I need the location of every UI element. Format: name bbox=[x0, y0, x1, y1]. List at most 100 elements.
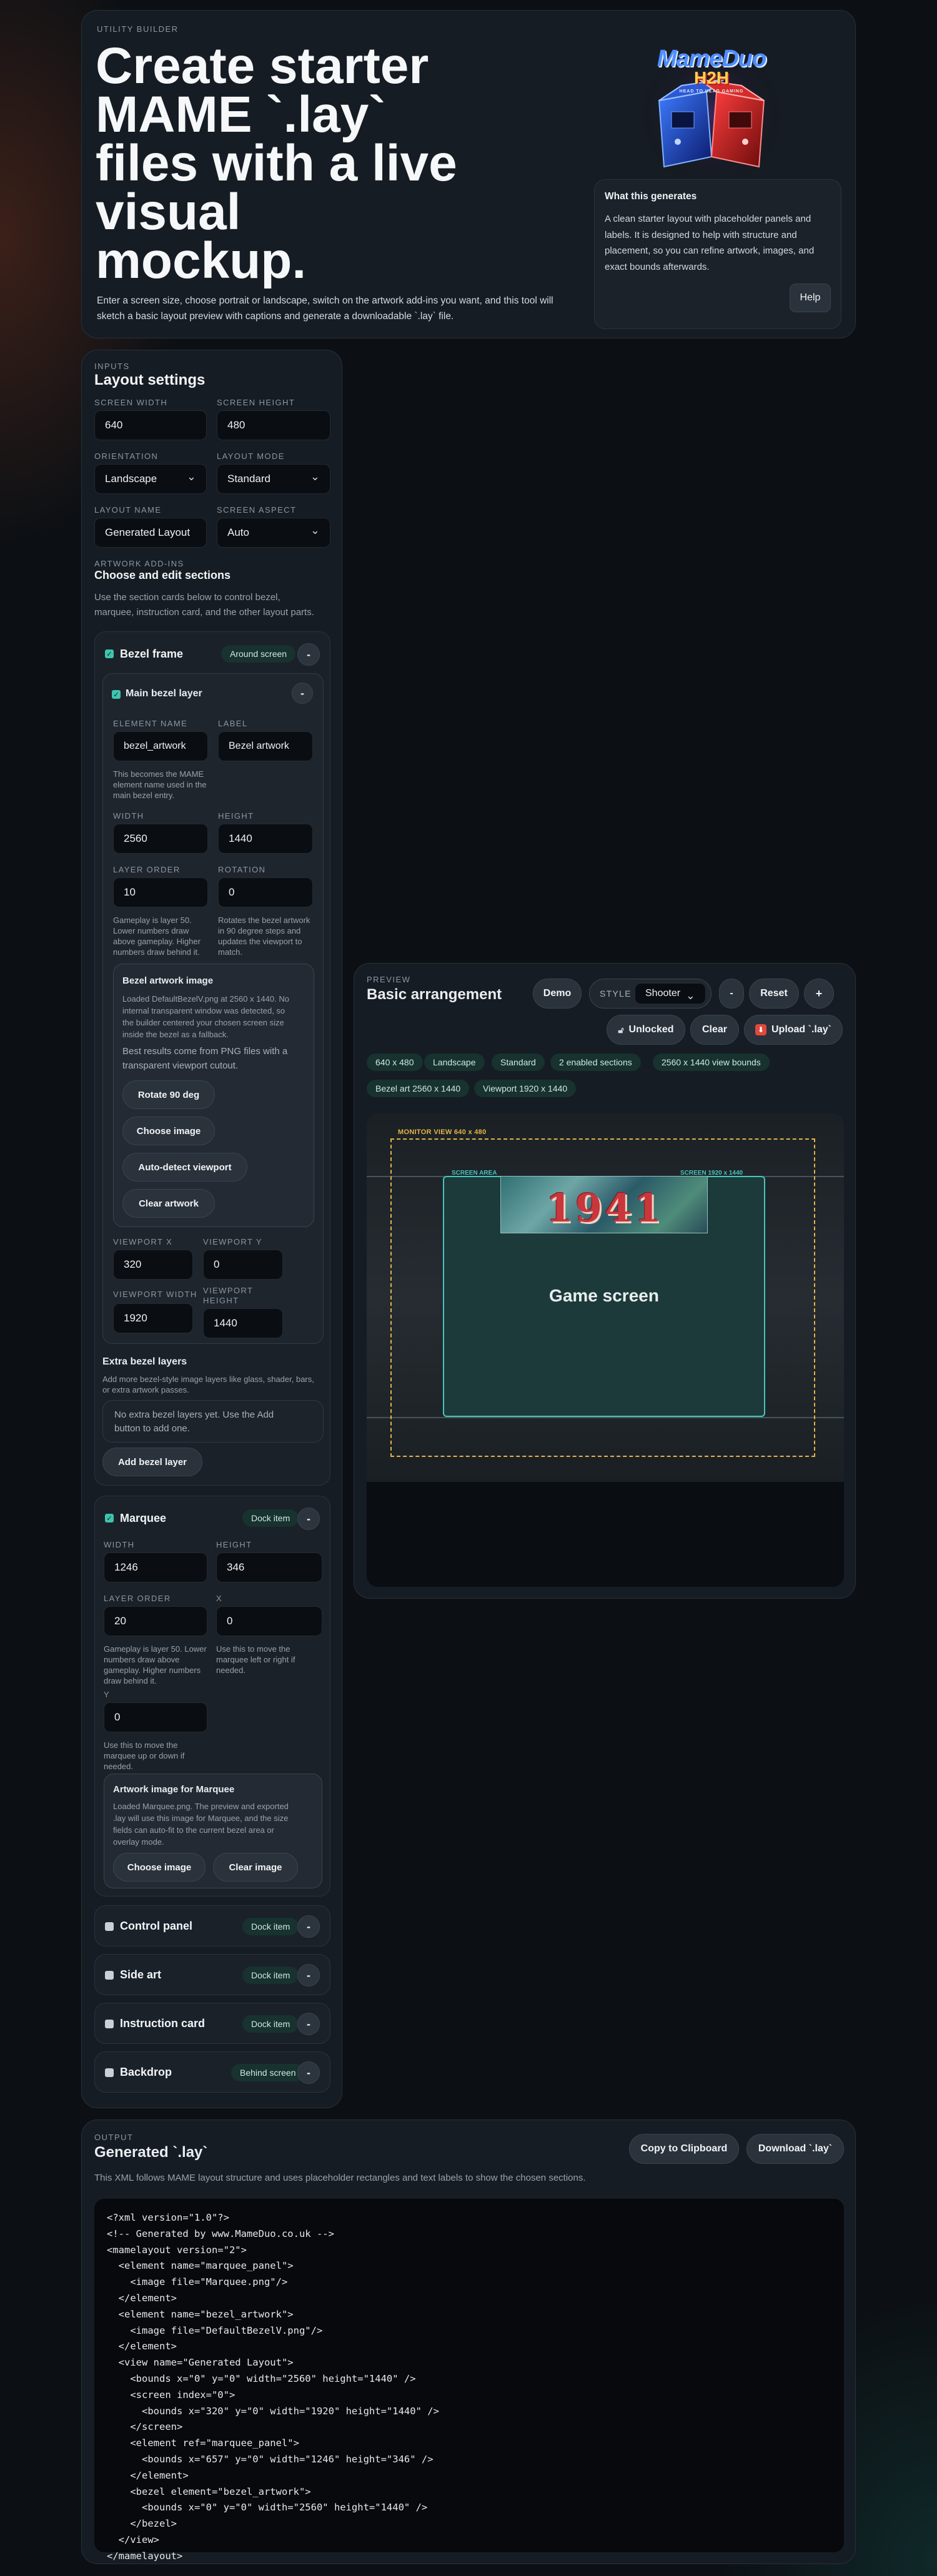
layout-mode-select[interactable]: Standard bbox=[217, 464, 330, 494]
chip-mode: Standard bbox=[492, 1054, 545, 1071]
layout-name-input[interactable]: Generated Layout bbox=[94, 518, 207, 548]
bezel-frame-title: Bezel frame bbox=[120, 648, 184, 660]
monitor-view-label: MONITOR VIEW 640 x 480 bbox=[398, 1128, 487, 1136]
info-title: What this generates bbox=[605, 191, 697, 202]
side-art-checkbox[interactable] bbox=[105, 1971, 114, 1980]
bezel-artwork-image-desc: Loaded DefaultBezelV.png at 2560 x 1440.… bbox=[122, 994, 289, 1039]
choose-marquee-image-button[interactable]: Choose image bbox=[113, 1853, 206, 1882]
chip-screen-size: 640 x 480 bbox=[367, 1054, 423, 1071]
upload-lay-button[interactable]: ⬇ Upload `.lay` bbox=[744, 1015, 843, 1045]
viewport-x-input[interactable]: 320 bbox=[113, 1250, 193, 1280]
screen-width-input[interactable]: 640 bbox=[94, 410, 207, 440]
viewport-y-label: VIEWPORT Y bbox=[203, 1237, 262, 1246]
bezel-width-label: WIDTH bbox=[113, 811, 144, 821]
download-lay-button[interactable]: Download `.lay` bbox=[746, 2134, 844, 2164]
side-art-collapse-button[interactable]: - bbox=[297, 1964, 320, 1986]
zoom-out-button[interactable]: - bbox=[719, 979, 744, 1009]
instruction-card-collapse-button[interactable]: - bbox=[297, 2013, 320, 2035]
chip-enabled-sections: 2 enabled sections bbox=[550, 1054, 641, 1071]
viewport-y-input[interactable]: 0 bbox=[203, 1250, 283, 1280]
demo-button[interactable]: Demo bbox=[533, 979, 582, 1009]
chip-viewport: Viewport 1920 x 1440 bbox=[474, 1080, 577, 1097]
element-name-label: ELEMENT NAME bbox=[113, 719, 188, 728]
bezel-frame-card: ✓ Bezel frame Around screen - ✓ Main bez… bbox=[94, 631, 330, 1486]
instruction-card-card[interactable]: Instruction card Dock item - bbox=[94, 2003, 330, 2044]
main-bezel-layer-checkbox[interactable]: ✓ bbox=[112, 690, 121, 699]
bezel-rotation-label: ROTATION bbox=[218, 865, 266, 874]
copy-to-clipboard-button[interactable]: Copy to Clipboard bbox=[629, 2134, 739, 2164]
control-panel-card[interactable]: Control panel Dock item - bbox=[94, 1905, 330, 1947]
output-description: This XML follows MAME layout structure a… bbox=[94, 2173, 586, 2183]
clear-preview-button[interactable]: Clear bbox=[690, 1015, 739, 1045]
rotate-90-button[interactable]: Rotate 90 deg bbox=[122, 1080, 215, 1109]
bezel-label-input[interactable]: Bezel artwork bbox=[218, 731, 313, 761]
viewport-width-input[interactable]: 1920 bbox=[113, 1303, 193, 1333]
bezel-height-label: HEIGHT bbox=[218, 811, 254, 821]
zoom-in-button[interactable]: + bbox=[804, 979, 834, 1009]
bezel-artwork-image-title: Bezel artwork image bbox=[122, 975, 214, 986]
bezel-height-input[interactable]: 1440 bbox=[218, 824, 313, 854]
layout-name-label: LAYOUT NAME bbox=[94, 505, 162, 515]
help-button[interactable]: Help bbox=[790, 284, 831, 312]
addins-eyebrow: ARTWORK ADD-INS bbox=[94, 559, 184, 568]
choose-bezel-image-button[interactable]: Choose image bbox=[122, 1117, 215, 1145]
inputs-panel: INPUTS Layout settings SCREEN WIDTH 640 … bbox=[81, 350, 342, 2108]
marquee-y-input[interactable]: 0 bbox=[104, 1702, 207, 1732]
marquee-artwork-image-desc: Loaded Marquee.png. The preview and expo… bbox=[113, 1802, 289, 1847]
side-art-title: Side art bbox=[120, 1968, 162, 1981]
layout-mode-label: LAYOUT MODE bbox=[217, 452, 285, 461]
marquee-x-input[interactable]: 0 bbox=[216, 1606, 322, 1636]
screen-aspect-select[interactable]: Auto bbox=[217, 518, 330, 548]
backdrop-collapse-button[interactable]: - bbox=[297, 2061, 320, 2084]
code-output[interactable]: <?xml version="1.0"?> <!-- Generated by … bbox=[94, 2199, 844, 2562]
marquee-width-input[interactable]: 1246 bbox=[104, 1552, 207, 1582]
backdrop-card[interactable]: Backdrop Behind screen - bbox=[94, 2051, 330, 2093]
marquee-height-input[interactable]: 346 bbox=[216, 1552, 322, 1582]
marquee-checkbox[interactable]: ✓ bbox=[105, 1514, 114, 1522]
marquee-title-text: 1941 bbox=[545, 1185, 664, 1231]
element-name-help: This becomes the MAME element name used … bbox=[113, 769, 207, 800]
instruction-card-checkbox[interactable] bbox=[105, 2020, 114, 2028]
backdrop-badge: Behind screen bbox=[231, 2064, 305, 2081]
marquee-width-label: WIDTH bbox=[104, 1540, 135, 1549]
control-panel-collapse-button[interactable]: - bbox=[297, 1915, 320, 1938]
screen-area-label: SCREEN AREA bbox=[452, 1170, 497, 1177]
output-title: Generated `.lay` bbox=[94, 2144, 208, 2161]
bezel-width-input[interactable]: 2560 bbox=[113, 824, 208, 854]
marquee-x-label: X bbox=[216, 1594, 223, 1603]
viewport-width-label: VIEWPORT WIDTH bbox=[113, 1290, 197, 1299]
bezel-frame-collapse-button[interactable]: - bbox=[297, 643, 320, 666]
bezel-frame-checkbox[interactable]: ✓ bbox=[105, 649, 114, 658]
bezel-layer-order-input[interactable]: 10 bbox=[113, 877, 208, 907]
unlocked-button[interactable]: 🔓︎ Unlocked bbox=[607, 1015, 685, 1045]
clear-marquee-image-button[interactable]: Clear image bbox=[213, 1853, 298, 1882]
element-name-input[interactable]: bezel_artwork bbox=[113, 731, 208, 761]
side-art-card[interactable]: Side art Dock item - bbox=[94, 1954, 330, 1995]
screen-height-label: SCREEN HEIGHT bbox=[217, 398, 295, 407]
add-bezel-layer-button[interactable]: Add bezel layer bbox=[102, 1448, 202, 1476]
preview-eyebrow: PREVIEW bbox=[367, 975, 411, 984]
hero-title: Create starter MAME `.lay` files with a … bbox=[96, 37, 457, 289]
control-panel-checkbox[interactable] bbox=[105, 1922, 114, 1931]
main-bezel-layer-collapse-button[interactable]: - bbox=[292, 683, 313, 704]
auto-detect-viewport-button[interactable]: Auto-detect viewport bbox=[122, 1153, 247, 1182]
marquee-card: ✓ Marquee Dock item - WIDTH 1246 HEIGHT … bbox=[94, 1496, 330, 1897]
side-art-badge: Dock item bbox=[242, 1967, 299, 1984]
style-label: STYLE bbox=[600, 989, 632, 999]
bezel-rotation-input[interactable]: 0 bbox=[218, 877, 313, 907]
marquee-artwork: 1941 bbox=[500, 1176, 708, 1233]
clear-artwork-button[interactable]: Clear artwork bbox=[122, 1189, 215, 1218]
hero-panel: UTILITY BUILDER Create starter MAME `.la… bbox=[81, 10, 856, 338]
orientation-select[interactable]: Landscape bbox=[94, 464, 207, 494]
screen-height-input[interactable]: 480 bbox=[217, 410, 330, 440]
marquee-layer-order-input[interactable]: 20 bbox=[104, 1606, 207, 1636]
viewport-height-input[interactable]: 1440 bbox=[203, 1308, 283, 1338]
preview-panel: PREVIEW Basic arrangement Demo STYLE Sho… bbox=[354, 963, 856, 1599]
output-panel: OUTPUT Generated `.lay` This XML follows… bbox=[81, 2120, 856, 2564]
marquee-y-label: Y bbox=[104, 1690, 111, 1699]
reset-button[interactable]: Reset bbox=[749, 979, 799, 1009]
backdrop-checkbox[interactable] bbox=[105, 2068, 114, 2077]
style-select[interactable]: Shooter bbox=[635, 983, 706, 1004]
orientation-label: ORIENTATION bbox=[94, 452, 159, 461]
marquee-collapse-button[interactable]: - bbox=[297, 1508, 320, 1530]
